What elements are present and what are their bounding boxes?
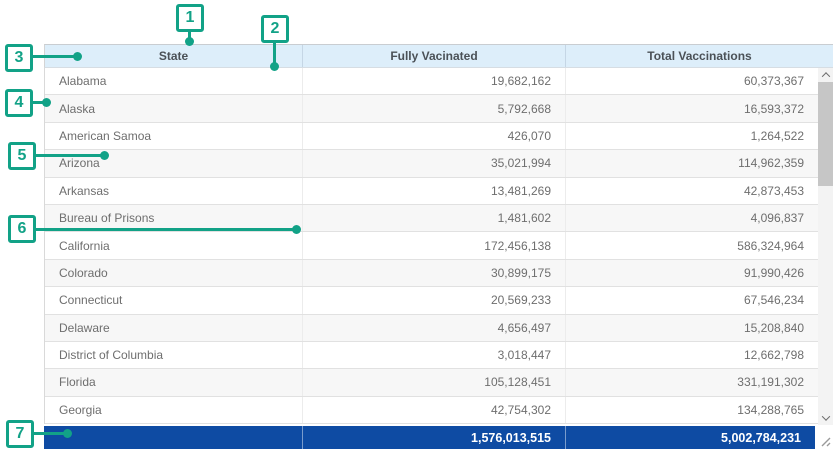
table-row[interactable]: California172,456,138586,324,964 (45, 232, 818, 259)
total-vaccinations-cell: 12,662,798 (565, 342, 818, 368)
state-cell: Florida (45, 369, 302, 395)
fully-vaccinated-cell: 30,899,175 (302, 260, 565, 286)
fully-vaccinated-cell: 13,481,269 (302, 178, 565, 204)
callout-1-dot (185, 37, 194, 46)
fully-vaccinated-cell: 5,792,668 (302, 95, 565, 121)
table-row[interactable]: American Samoa426,0701,264,522 (45, 123, 818, 150)
fully-vaccinated-cell: 20,569,233 (302, 287, 565, 313)
summary-state-cell (44, 426, 302, 449)
total-vaccinations-cell: 42,873,453 (565, 178, 818, 204)
table-row[interactable]: Delaware4,656,49715,208,840 (45, 315, 818, 342)
vertical-scrollbar[interactable] (818, 68, 833, 425)
state-cell: Colorado (45, 260, 302, 286)
scroll-up-button[interactable] (818, 68, 833, 82)
total-vaccinations-cell: 67,546,234 (565, 287, 818, 313)
callout-2: 2 (261, 15, 289, 43)
callout-3-line (33, 55, 78, 58)
state-cell: Alaska (45, 95, 302, 121)
state-cell: Delaware (45, 315, 302, 341)
callout-6-dot (292, 225, 301, 234)
fully-vaccinated-cell: 4,656,497 (302, 315, 565, 341)
scrollbar-thumb[interactable] (818, 82, 833, 186)
total-vaccinations-cell: 16,593,372 (565, 95, 818, 121)
table-row[interactable]: Florida105,128,451331,191,302 (45, 369, 818, 396)
table-row[interactable]: Alaska5,792,66816,593,372 (45, 95, 818, 122)
callout-5-line (36, 154, 104, 157)
table-row[interactable]: Alabama19,682,16260,373,367 (45, 68, 818, 95)
callout-7-dot (63, 429, 72, 438)
total-vaccinations-cell: 60,373,367 (565, 68, 818, 94)
total-vaccinations-cell: 15,208,840 (565, 315, 818, 341)
fully-vaccinated-cell: 3,018,447 (302, 342, 565, 368)
callout-5: 5 (8, 142, 36, 170)
state-cell: American Samoa (45, 123, 302, 149)
total-vaccinations-cell: 91,990,426 (565, 260, 818, 286)
total-vaccinations-cell: 134,288,765 (565, 397, 818, 423)
state-cell: Alabama (45, 68, 302, 94)
state-cell: District of Columbia (45, 342, 302, 368)
table-body: Alabama19,682,16260,373,367Alaska5,792,6… (44, 68, 818, 424)
fully-vaccinated-cell: 42,754,302 (302, 397, 565, 423)
table-row[interactable]: District of Columbia3,018,44712,662,798 (45, 342, 818, 369)
table-row[interactable]: Arkansas13,481,26942,873,453 (45, 178, 818, 205)
table-row[interactable]: Colorado30,899,17591,990,426 (45, 260, 818, 287)
callout-3: 3 (5, 44, 33, 72)
chevron-down-icon (821, 412, 829, 420)
state-cell: Arkansas (45, 178, 302, 204)
resize-grip-icon[interactable] (821, 434, 831, 444)
total-vaccinations-cell: 4,096,837 (565, 205, 818, 231)
callout-7: 7 (6, 420, 34, 448)
state-cell: Georgia (45, 397, 302, 423)
fully-vaccinated-cell: 105,128,451 (302, 369, 565, 395)
callout-6-line (36, 228, 296, 231)
column-header-fully-vaccinated[interactable]: Fully Vacinated (302, 45, 565, 67)
summary-total-vaccinations-cell: 5,002,784,231 (565, 426, 815, 449)
callout-3-dot (73, 52, 82, 61)
total-vaccinations-cell: 114,962,359 (565, 150, 818, 176)
callout-4: 4 (5, 89, 33, 117)
callout-2-line (273, 42, 276, 64)
callout-4-dot (42, 98, 51, 107)
fully-vaccinated-cell: 426,070 (302, 123, 565, 149)
scroll-down-button[interactable] (818, 411, 833, 425)
table-header-row: State Fully Vacinated Total Vaccinations (44, 44, 833, 68)
column-header-total-vaccinations[interactable]: Total Vaccinations (565, 45, 833, 67)
table-row[interactable]: Arizona35,021,994114,962,359 (45, 150, 818, 177)
fully-vaccinated-cell: 1,481,602 (302, 205, 565, 231)
callout-5-dot (100, 151, 109, 160)
state-cell: Connecticut (45, 287, 302, 313)
fully-vaccinated-cell: 172,456,138 (302, 232, 565, 258)
callout-2-dot (270, 62, 279, 71)
table-row[interactable]: Connecticut20,569,23367,546,234 (45, 287, 818, 314)
callout-1: 1 (176, 4, 204, 32)
summary-fully-vaccinated-cell: 1,576,013,515 (302, 426, 565, 449)
total-vaccinations-cell: 331,191,302 (565, 369, 818, 395)
total-vaccinations-cell: 586,324,964 (565, 232, 818, 258)
callout-6: 6 (8, 215, 36, 243)
chevron-up-icon (821, 72, 829, 80)
table-row[interactable]: Georgia42,754,302134,288,765 (45, 397, 818, 424)
fully-vaccinated-cell: 35,021,994 (302, 150, 565, 176)
fully-vaccinated-cell: 19,682,162 (302, 68, 565, 94)
state-cell: California (45, 232, 302, 258)
table-widget-screenshot: State Fully Vacinated Total Vaccinations… (0, 0, 833, 453)
summary-row: 1,576,013,515 5,002,784,231 (44, 426, 815, 449)
total-vaccinations-cell: 1,264,522 (565, 123, 818, 149)
column-header-state[interactable]: State (45, 45, 302, 67)
